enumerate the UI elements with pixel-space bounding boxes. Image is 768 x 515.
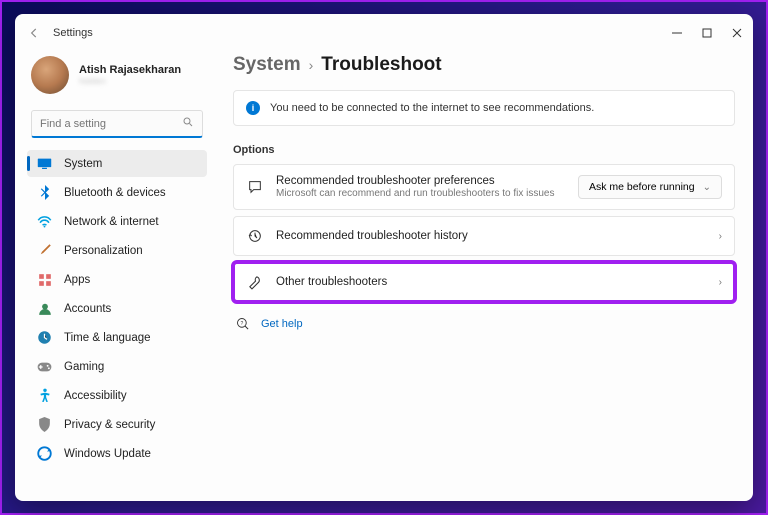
card-other-troubleshooters[interactable]: Other troubleshooters › (233, 262, 735, 302)
sidebar-item-label: Accessibility (64, 390, 127, 402)
user-profile[interactable]: Atish Rajasekharan hidden (27, 52, 207, 102)
chevron-right-icon: › (719, 231, 722, 242)
sidebar-item-label: Network & internet (64, 216, 159, 228)
user-email: hidden (79, 76, 181, 86)
card-title: Recommended troubleshooter history (276, 230, 707, 242)
history-icon (246, 227, 264, 245)
help-link[interactable]: Get help (261, 318, 303, 330)
breadcrumb-current: Troubleshoot (321, 54, 441, 76)
window-title: Settings (53, 27, 93, 39)
sidebar-item-accessibility[interactable]: Accessibility (27, 382, 207, 409)
personalization-icon (37, 243, 52, 258)
breadcrumb: System › Troubleshoot (233, 54, 735, 76)
help-icon: ? (235, 316, 251, 332)
chat-icon (246, 178, 264, 196)
close-button[interactable] (731, 27, 743, 39)
minimize-button[interactable] (671, 27, 683, 39)
get-help-row[interactable]: ? Get help (233, 312, 735, 336)
card-title: Other troubleshooters (276, 276, 707, 288)
maximize-button[interactable] (701, 27, 713, 39)
apps-icon (37, 272, 52, 287)
prefs-dropdown[interactable]: Ask me before running ⌄ (578, 175, 722, 199)
sidebar-item-label: Privacy & security (64, 419, 155, 431)
sidebar-item-personalization[interactable]: Personalization (27, 237, 207, 264)
section-label: Options (233, 144, 735, 156)
system-icon (37, 156, 52, 171)
accounts-icon (37, 301, 52, 316)
main-content: System › Troubleshoot i You need to be c… (215, 48, 753, 501)
sidebar-item-label: System (64, 158, 102, 170)
sidebar-item-gaming[interactable]: Gaming (27, 353, 207, 380)
sidebar-item-accounts[interactable]: Accounts (27, 295, 207, 322)
user-name: Atish Rajasekharan (79, 64, 181, 76)
sidebar-item-update[interactable]: Windows Update (27, 440, 207, 467)
wrench-icon (246, 273, 264, 291)
time-icon (37, 330, 52, 345)
sidebar-item-system[interactable]: System (27, 150, 207, 177)
bluetooth-icon (37, 185, 52, 200)
sidebar-item-label: Gaming (64, 361, 104, 373)
nav-list: System Bluetooth & devices Network & inter… (27, 150, 207, 469)
sidebar-item-label: Personalization (64, 245, 143, 257)
sidebar-item-bluetooth[interactable]: Bluetooth & devices (27, 179, 207, 206)
gaming-icon (37, 359, 52, 374)
chevron-right-icon: › (719, 277, 722, 288)
search-input[interactable] (40, 118, 182, 130)
search-input-wrap[interactable] (31, 110, 203, 138)
svg-text:?: ? (240, 321, 243, 327)
info-icon: i (246, 101, 260, 115)
sidebar-item-label: Bluetooth & devices (64, 187, 166, 199)
network-icon (37, 214, 52, 229)
chevron-down-icon: ⌄ (703, 182, 711, 193)
info-banner: i You need to be connected to the intern… (233, 90, 735, 126)
search-icon (182, 116, 194, 131)
settings-window: Settings Atish Rajasekharan hidden (15, 14, 753, 501)
sidebar-item-apps[interactable]: Apps (27, 266, 207, 293)
chevron-right-icon: › (309, 57, 314, 73)
info-text: You need to be connected to the internet… (270, 102, 594, 114)
sidebar-item-label: Time & language (64, 332, 151, 344)
card-troubleshooter-prefs[interactable]: Recommended troubleshooter preferences M… (233, 164, 735, 210)
sidebar-item-time[interactable]: Time & language (27, 324, 207, 351)
back-button[interactable] (25, 24, 43, 42)
sidebar-item-network[interactable]: Network & internet (27, 208, 207, 235)
avatar (31, 56, 69, 94)
sidebar-item-label: Windows Update (64, 448, 151, 460)
update-icon (37, 446, 52, 461)
card-troubleshooter-history[interactable]: Recommended troubleshooter history › (233, 216, 735, 256)
accessibility-icon (37, 388, 52, 403)
titlebar: Settings (15, 14, 753, 48)
privacy-icon (37, 417, 52, 432)
breadcrumb-parent[interactable]: System (233, 54, 301, 76)
sidebar-item-label: Accounts (64, 303, 111, 315)
card-title: Recommended troubleshooter preferences (276, 175, 566, 187)
sidebar: Atish Rajasekharan hidden System Bluetoot… (15, 48, 215, 501)
card-subtitle: Microsoft can recommend and run troubles… (276, 188, 566, 199)
sidebar-item-privacy[interactable]: Privacy & security (27, 411, 207, 438)
sidebar-item-label: Apps (64, 274, 90, 286)
